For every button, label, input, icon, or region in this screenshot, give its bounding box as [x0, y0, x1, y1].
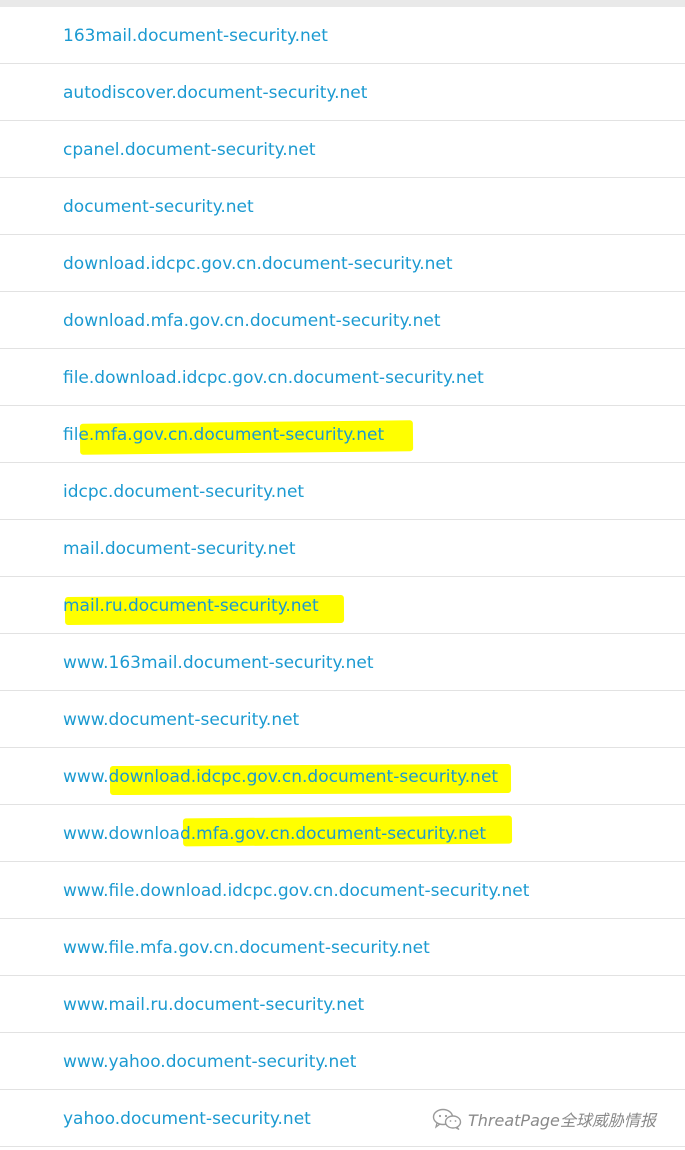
- list-item: www.mail.ru.document-security.net: [0, 976, 685, 1033]
- domain-link[interactable]: yahoo.document-security.net: [63, 1108, 311, 1130]
- list-item: www.document-security.net: [0, 691, 685, 748]
- domain-link[interactable]: www.document-security.net: [63, 709, 299, 731]
- list-item-highlighted: file.mfa.gov.cn.document-security.net: [0, 406, 685, 463]
- domain-link[interactable]: www.file.mfa.gov.cn.document-security.ne…: [63, 937, 430, 959]
- domain-link[interactable]: download.mfa.gov.cn.document-security.ne…: [63, 310, 441, 332]
- list-item-highlighted: mail.ru.document-security.net: [0, 577, 685, 634]
- list-item: www.file.mfa.gov.cn.document-security.ne…: [0, 919, 685, 976]
- list-item: www.file.download.idcpc.gov.cn.document-…: [0, 862, 685, 919]
- list-item: 163mail.document-security.net: [0, 7, 685, 64]
- domain-link[interactable]: 163mail.document-security.net: [63, 25, 328, 47]
- domain-link[interactable]: www.file.download.idcpc.gov.cn.document-…: [63, 880, 529, 902]
- list-item-highlighted: www.download.idcpc.gov.cn.document-secur…: [0, 748, 685, 805]
- domain-link[interactable]: www.yahoo.document-security.net: [63, 1051, 356, 1073]
- domain-link[interactable]: www.mail.ru.document-security.net: [63, 994, 364, 1016]
- domain-list: 163mail.document-security.net autodiscov…: [0, 7, 685, 1147]
- list-item-highlighted: www.download.mfa.gov.cn.document-securit…: [0, 805, 685, 862]
- domain-link[interactable]: mail.ru.document-security.net: [63, 595, 319, 617]
- list-item: www.163mail.document-security.net: [0, 634, 685, 691]
- domain-link[interactable]: cpanel.document-security.net: [63, 139, 316, 161]
- domain-link[interactable]: idcpc.document-security.net: [63, 481, 304, 503]
- domain-link[interactable]: document-security.net: [63, 196, 254, 218]
- page: 163mail.document-security.net autodiscov…: [0, 0, 685, 1150]
- list-item: document-security.net: [0, 178, 685, 235]
- watermark: ThreatPage全球威胁情报: [432, 1107, 656, 1131]
- list-item: file.download.idcpc.gov.cn.document-secu…: [0, 349, 685, 406]
- top-strip: [0, 0, 685, 7]
- domain-link[interactable]: download.idcpc.gov.cn.document-security.…: [63, 253, 453, 275]
- list-item: mail.document-security.net: [0, 520, 685, 577]
- list-item: autodiscover.document-security.net: [0, 64, 685, 121]
- domain-link[interactable]: autodiscover.document-security.net: [63, 82, 367, 104]
- watermark-text: ThreatPage全球威胁情报: [468, 1111, 656, 1130]
- list-item: cpanel.document-security.net: [0, 121, 685, 178]
- domain-link[interactable]: file.mfa.gov.cn.document-security.net: [63, 424, 384, 446]
- wechat-icon: [432, 1108, 462, 1130]
- list-item: idcpc.document-security.net: [0, 463, 685, 520]
- domain-link[interactable]: mail.document-security.net: [63, 538, 296, 560]
- list-item: download.mfa.gov.cn.document-security.ne…: [0, 292, 685, 349]
- domain-link[interactable]: www.download.mfa.gov.cn.document-securit…: [63, 823, 486, 845]
- domain-link[interactable]: www.163mail.document-security.net: [63, 652, 374, 674]
- domain-link[interactable]: file.download.idcpc.gov.cn.document-secu…: [63, 367, 484, 389]
- list-item: www.yahoo.document-security.net: [0, 1033, 685, 1090]
- domain-link[interactable]: www.download.idcpc.gov.cn.document-secur…: [63, 766, 498, 788]
- list-item: download.idcpc.gov.cn.document-security.…: [0, 235, 685, 292]
